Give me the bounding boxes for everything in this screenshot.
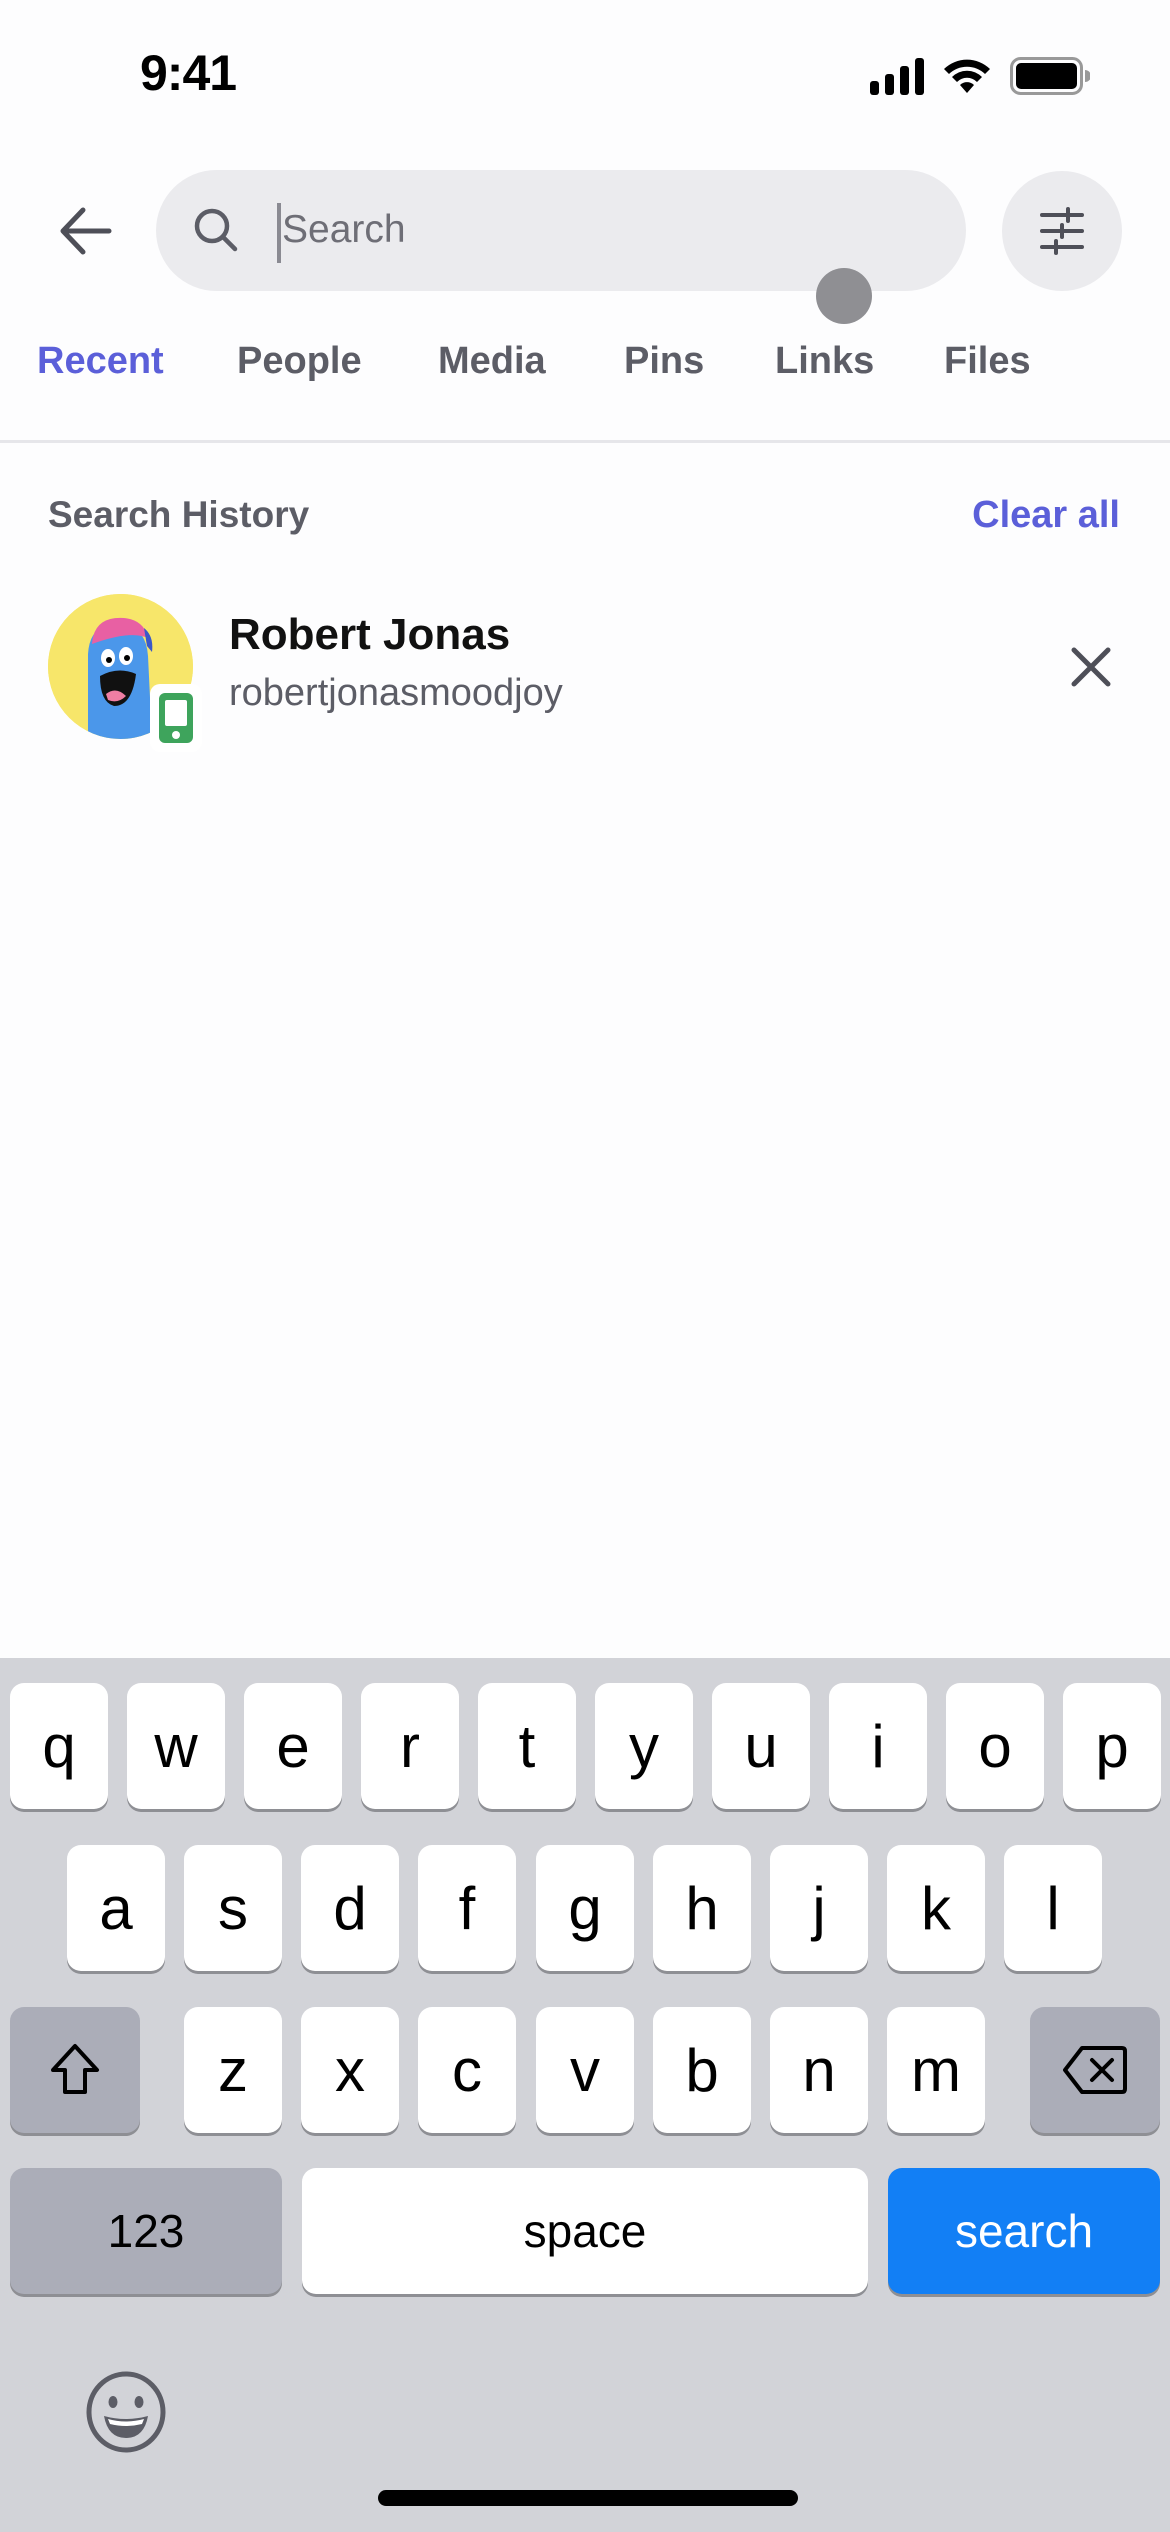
keyboard-row-2: a s d f g h j k l: [0, 1845, 1170, 1971]
tab-pins[interactable]: Pins: [624, 340, 704, 383]
keyboard-row-3: z x c v b n m: [0, 2007, 1170, 2133]
key[interactable]: f: [418, 1845, 516, 1971]
search-tabs: Recent People Media Pins Links Files: [0, 340, 1170, 440]
key[interactable]: n: [770, 2007, 868, 2133]
tab-recent[interactable]: Recent: [37, 340, 164, 383]
user-username: robertjonasmoodjoy: [229, 672, 563, 714]
key[interactable]: a: [67, 1845, 165, 1971]
status-icons: [870, 56, 1090, 96]
key[interactable]: o: [946, 1683, 1044, 1809]
search-key[interactable]: search: [888, 2168, 1160, 2294]
key[interactable]: s: [184, 1845, 282, 1971]
remove-history-button[interactable]: [1066, 642, 1116, 692]
search-input[interactable]: [274, 190, 934, 270]
sliders-icon: [1040, 207, 1084, 255]
battery-icon: [1010, 56, 1090, 96]
avatar: [48, 594, 202, 752]
emoji-icon: [86, 2371, 166, 2453]
key[interactable]: h: [653, 1845, 751, 1971]
search-history-title: Search History: [48, 494, 310, 535]
key[interactable]: y: [595, 1683, 693, 1809]
key[interactable]: g: [536, 1845, 634, 1971]
space-key[interactable]: space: [302, 2168, 868, 2294]
status-bar: 9:41: [0, 0, 1170, 150]
key[interactable]: x: [301, 2007, 399, 2133]
key[interactable]: d: [301, 1845, 399, 1971]
status-time: 9:41: [140, 45, 237, 101]
backspace-icon: [1063, 2046, 1127, 2094]
emoji-button[interactable]: [84, 2370, 168, 2454]
tab-media[interactable]: Media: [438, 340, 546, 383]
key[interactable]: u: [712, 1683, 810, 1809]
tab-people[interactable]: People: [237, 340, 362, 383]
keyboard-row-4: 123 space search: [0, 2168, 1170, 2294]
cellular-signal-icon: [870, 57, 924, 95]
back-button[interactable]: [52, 198, 118, 264]
touch-indicator: [816, 268, 872, 324]
key[interactable]: b: [653, 2007, 751, 2133]
key[interactable]: p: [1063, 1683, 1161, 1809]
tabs-divider: [0, 440, 1170, 443]
wifi-icon: [942, 57, 992, 95]
key[interactable]: k: [887, 1845, 985, 1971]
clear-all-button[interactable]: Clear all: [972, 494, 1120, 537]
search-icon: [194, 208, 238, 252]
key[interactable]: r: [361, 1683, 459, 1809]
key[interactable]: w: [127, 1683, 225, 1809]
key[interactable]: m: [887, 2007, 985, 2133]
delete-key[interactable]: [1030, 2007, 1160, 2133]
mobile-online-icon: [150, 684, 202, 752]
shift-icon: [51, 2044, 99, 2094]
home-indicator: [378, 2490, 798, 2506]
key[interactable]: l: [1004, 1845, 1102, 1971]
key[interactable]: q: [10, 1683, 108, 1809]
numbers-key[interactable]: 123: [10, 2168, 282, 2294]
key[interactable]: t: [478, 1683, 576, 1809]
filter-button[interactable]: [1002, 171, 1122, 291]
close-icon: [1071, 647, 1111, 687]
history-item[interactable]: Robert Jonas robertjonasmoodjoy: [0, 580, 1170, 752]
key[interactable]: j: [770, 1845, 868, 1971]
key[interactable]: z: [184, 2007, 282, 2133]
keyboard: q w e r t y u i o p a s d f g h j k l z …: [0, 1658, 1170, 2532]
key[interactable]: v: [536, 2007, 634, 2133]
keyboard-row-1: q w e r t y u i o p: [0, 1683, 1170, 1809]
key[interactable]: i: [829, 1683, 927, 1809]
arrow-left-icon: [60, 207, 112, 255]
shift-key[interactable]: [10, 2007, 140, 2133]
tab-links[interactable]: Links: [775, 340, 874, 383]
tab-files[interactable]: Files: [944, 340, 1031, 383]
key[interactable]: c: [418, 2007, 516, 2133]
key[interactable]: e: [244, 1683, 342, 1809]
user-display-name: Robert Jonas: [229, 610, 511, 659]
text-cursor: [277, 203, 281, 263]
